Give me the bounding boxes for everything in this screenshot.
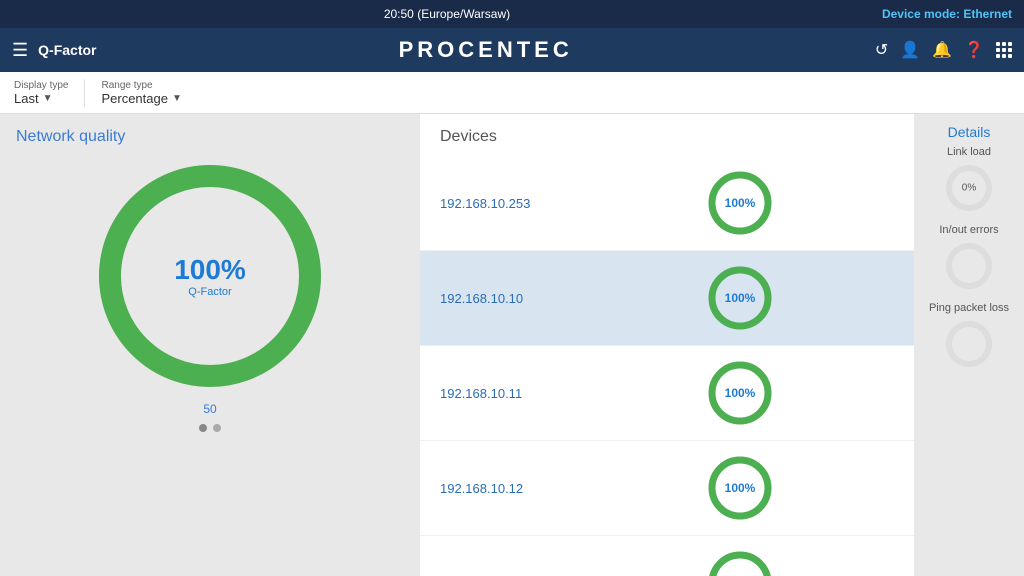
- device-ip: 192.168.10.12: [440, 481, 570, 496]
- link-load-donut: 0%: [943, 162, 995, 214]
- main-donut-container: 100% Q-Factor: [16, 156, 404, 396]
- main-donut-label: Q-Factor: [174, 286, 246, 298]
- main-content: Network quality 100% Q-Factor 50 Devices: [0, 114, 1024, 576]
- detail-inout-errors: In/out errors: [922, 224, 1016, 292]
- right-panel: Details Link load 0% In/out errors Pin: [914, 114, 1024, 576]
- main-donut-wrap: 100% Q-Factor: [90, 156, 330, 396]
- main-donut-center: 100% Q-Factor: [174, 254, 246, 298]
- help-icon[interactable]: ❓: [964, 40, 984, 60]
- range-type-label: Range type: [101, 80, 181, 91]
- inout-errors-donut: [943, 240, 995, 292]
- display-type-value: Last: [14, 91, 39, 106]
- device-mode-label: Device mode:: [882, 7, 960, 21]
- display-type-label: Display type: [14, 80, 68, 91]
- toolbar: Display type Last ▼ Range type Percentag…: [0, 72, 1024, 114]
- devices-title: Devices: [420, 124, 914, 156]
- device-donut-wrap: 100%: [705, 168, 775, 238]
- top-bar-time: 20:50 (Europe/Warsaw): [384, 7, 510, 21]
- device-ip: 192.168.10.11: [440, 386, 570, 401]
- top-bar: 20:50 (Europe/Warsaw) Device mode: Ether…: [0, 0, 1024, 28]
- device-ip: 192.168.10.10: [440, 291, 570, 306]
- main-donut-value: 100%: [174, 254, 246, 286]
- detail-link-load: Link load 0%: [922, 146, 1016, 214]
- display-type-group: Display type Last ▼: [14, 80, 68, 106]
- inout-errors-svg: [943, 240, 995, 292]
- ping-loss-svg: [943, 318, 995, 370]
- network-quality-title: Network quality: [16, 128, 404, 146]
- device-row[interactable]: 192.168.10.11 100%: [420, 346, 914, 441]
- device-mode-value: Ethernet: [963, 7, 1012, 21]
- device-row[interactable]: 192.168.10.12 100%: [420, 441, 914, 536]
- user-icon[interactable]: 👤: [900, 40, 920, 60]
- logo: PROCENTEC: [96, 37, 874, 63]
- device-donut-value: 100%: [725, 386, 756, 400]
- detail-ping-loss: Ping packet loss: [922, 302, 1016, 370]
- nav-bar: ☰ Q-Factor PROCENTEC ↺ 👤 🔔 ❓: [0, 28, 1024, 72]
- link-load-label: Link load: [922, 146, 1016, 158]
- device-ip: 192.168.10.253: [440, 196, 570, 211]
- range-type-select[interactable]: Percentage ▼: [101, 91, 181, 106]
- device-donut-wrap: 100%: [705, 358, 775, 428]
- ping-loss-donut: [943, 318, 995, 370]
- device-donut-value: 100%: [725, 481, 756, 495]
- details-title: Details: [922, 124, 1016, 140]
- app-title: Q-Factor: [38, 42, 96, 58]
- device-row[interactable]: 192.168.10.10 100%: [420, 251, 914, 346]
- range-type-group: Range type Percentage ▼: [101, 80, 181, 106]
- dot-1[interactable]: [199, 424, 207, 432]
- grid-icon[interactable]: [996, 42, 1012, 58]
- display-type-arrow: ▼: [43, 93, 53, 104]
- link-load-value: 0%: [962, 183, 976, 194]
- range-type-arrow: ▼: [172, 93, 182, 104]
- bell-icon[interactable]: 🔔: [932, 40, 952, 60]
- middle-panel[interactable]: Devices 192.168.10.253 100% 192.168.10.1…: [420, 114, 914, 576]
- range-type-value: Percentage: [101, 91, 168, 106]
- menu-icon[interactable]: ☰: [12, 40, 28, 61]
- bottom-value: 50: [16, 402, 404, 416]
- device-row[interactable]: 192.168.10.253 100%: [420, 156, 914, 251]
- device-donut-svg: [705, 548, 775, 576]
- device-donut-value: 100%: [725, 196, 756, 210]
- device-row[interactable]: 192.168.10.13 100%: [420, 536, 914, 576]
- nav-icons: ↺ 👤 🔔 ❓: [875, 40, 1012, 60]
- dot-2[interactable]: [213, 424, 221, 432]
- toolbar-divider: [84, 79, 85, 107]
- left-panel: Network quality 100% Q-Factor 50: [0, 114, 420, 576]
- dots-indicator: [16, 424, 404, 432]
- display-type-select[interactable]: Last ▼: [14, 91, 68, 106]
- top-bar-device-mode: Device mode: Ethernet: [882, 7, 1012, 21]
- device-donut-value: 100%: [725, 291, 756, 305]
- refresh-icon[interactable]: ↺: [875, 40, 888, 60]
- inout-errors-label: In/out errors: [922, 224, 1016, 236]
- device-donut-wrap: 100%: [705, 453, 775, 523]
- ping-loss-label: Ping packet loss: [922, 302, 1016, 314]
- device-donut-wrap: 100%: [705, 263, 775, 333]
- device-donut-wrap: 100%: [705, 548, 775, 576]
